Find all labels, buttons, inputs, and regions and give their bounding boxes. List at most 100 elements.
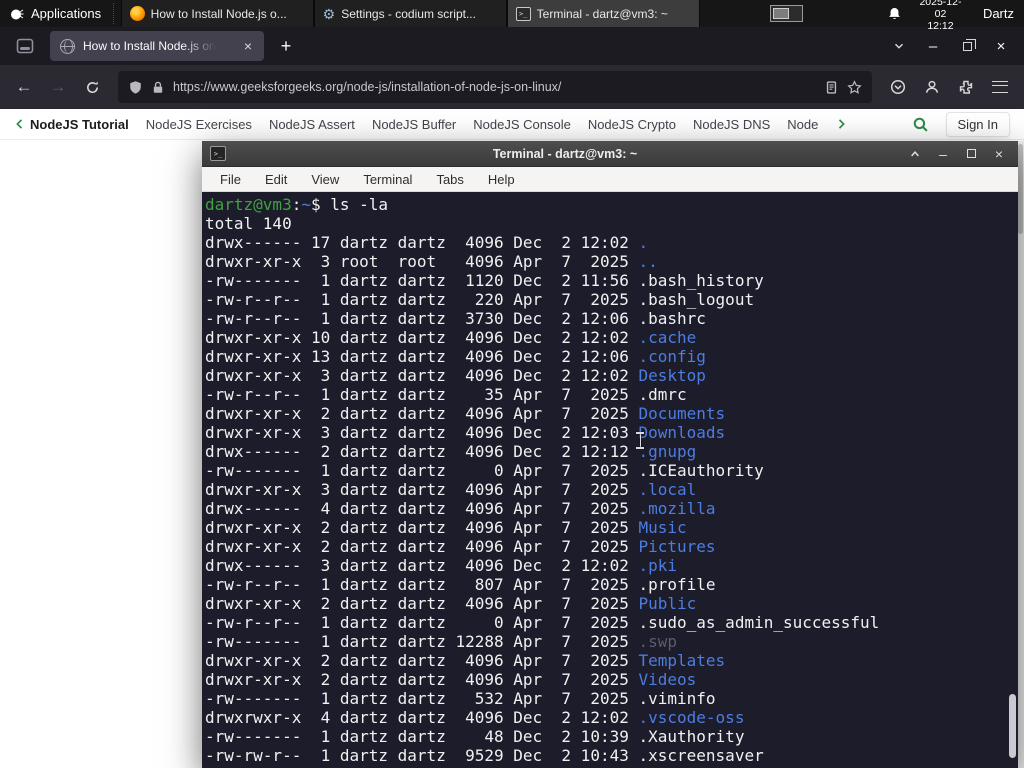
file-meta: -rw-r--r-- 1 dartz dartz 807 Apr 7 2025 [205,575,639,594]
shield-icon[interactable] [128,80,143,95]
site-nav-item[interactable]: NodeJS DNS [693,117,770,132]
file-meta: drwxr-xr-x 2 dartz dartz 4096 Apr 7 2025 [205,404,639,423]
taskbar-window-label: Terminal - dartz@vm3: ~ [536,6,668,21]
terminal-menu-terminal[interactable]: Terminal [363,172,412,187]
site-nav-item[interactable]: NodeJS Exercises [146,117,252,132]
site-nav-item[interactable]: NodeJS Crypto [588,117,676,132]
file-meta: -rw------- 1 dartz dartz 48 Dec 2 10:39 [205,727,639,746]
file-meta: drwxr-xr-x 2 dartz dartz 4096 Apr 7 2025 [205,594,639,613]
window-minimize-button[interactable]: – [916,32,950,60]
tab-bar: How to Install Node.js on × + – × [0,27,1024,65]
taskbar-window-button[interactable]: >_ Terminal - dartz@vm3: ~ [506,0,700,27]
site-nav-back-link[interactable]: NodeJS Tutorial [14,117,129,132]
terminal-menu-file[interactable]: File [220,172,241,187]
file-name: .mozilla [638,499,716,518]
taskbar-window-button[interactable]: How to Install Node.js o... [120,0,314,27]
file-name: .bash_history [638,271,764,290]
file-name: .dmrc [638,385,687,404]
site-nav-item[interactable]: Node [787,117,818,132]
terminal-maximize-button[interactable] [960,144,982,164]
menu-button[interactable] [984,72,1016,102]
applications-menu-button[interactable]: Applications [0,0,113,27]
prompt-symbol: $ [310,195,331,214]
window-close-button[interactable]: × [984,32,1018,60]
search-icon [913,117,928,132]
firefox-view-button[interactable] [10,32,40,60]
browser-tab[interactable]: How to Install Node.js on × [50,31,264,61]
new-tab-button[interactable]: + [272,32,300,60]
site-nav-item[interactable]: NodeJS Buffer [372,117,456,132]
file-name: .Xauthority [638,727,745,746]
forward-button[interactable]: → [42,72,74,102]
terminal-window: >_ Terminal - dartz@vm3: ~ – × File Edit V… [202,141,1018,768]
site-search-button[interactable] [912,116,929,133]
terminal-screen[interactable]: dartz@vm3:~$ ls -la total 140 drwx------… [202,192,1018,768]
reload-button[interactable] [76,72,108,102]
terminal-close-button[interactable]: × [988,144,1010,164]
sign-in-button[interactable]: Sign In [945,111,1010,137]
file-meta: -rw------- 1 dartz dartz 1120 Dec 2 11:5… [205,271,639,290]
pocket-icon[interactable] [882,72,914,102]
url-text[interactable]: https://www.geeksforgeeks.org/node-js/in… [173,80,816,94]
file-meta: -rw-r--r-- 1 dartz dartz 3730 Dec 2 12:0… [205,309,639,328]
file-meta: drwxr-xr-x 3 dartz dartz 4096 Dec 2 12:0… [205,366,639,385]
file-name: .vscode-oss [638,708,745,727]
window-restore-button[interactable] [950,32,984,60]
terminal-menu-help[interactable]: Help [488,172,515,187]
terminal-line: drwxr-xr-x 10 dartz dartz 4096 Dec 2 12:… [205,328,1018,347]
hamburger-icon [992,81,1008,93]
page-scrollbar[interactable] [1017,141,1024,768]
terminal-titlebar[interactable]: >_ Terminal - dartz@vm3: ~ – × [202,141,1018,167]
back-button[interactable]: ← [8,72,40,102]
terminal-line: drwx------ 2 dartz dartz 4096 Dec 2 12:1… [205,442,1018,461]
file-meta: drwxr-xr-x 2 dartz dartz 4096 Apr 7 2025 [205,518,639,537]
terminal-menu-edit[interactable]: Edit [265,172,287,187]
terminal-rollup-button[interactable] [904,144,926,164]
list-all-tabs-button[interactable] [882,32,916,60]
file-meta: drwxr-xr-x 3 dartz dartz 4096 Apr 7 2025 [205,480,639,499]
top-panel: Applications How to Install Node.js o...… [0,0,1024,32]
tab-title: How to Install Node.js on [83,39,216,53]
taskbar-window-label: Settings - codium script... [341,6,476,21]
terminal-title: Terminal - dartz@vm3: ~ [492,146,638,161]
panel-separator [113,3,119,24]
clock-date: 2025-12-02 [919,0,962,20]
page-scrollbar-thumb[interactable] [1018,144,1023,234]
terminal-line: drwxr-xr-x 2 dartz dartz 4096 Apr 7 2025… [205,518,1018,537]
clock[interactable]: 2025-12-02 12:12 [916,0,965,32]
taskbar-window-list: How to Install Node.js o... ⚙ Settings - c… [120,0,700,27]
account-icon[interactable] [916,72,948,102]
terminal-line: drwxr-xr-x 3 root root 4096 Apr 7 2025 .… [205,252,1018,271]
url-bar[interactable]: https://www.geeksforgeeks.org/node-js/in… [118,71,872,103]
chevron-right-icon[interactable] [835,117,847,131]
clock-time: 12:12 [927,19,954,32]
bookmark-star-icon[interactable] [847,79,862,95]
terminal-line: drwxrwxr-x 4 dartz dartz 4096 Dec 2 12:0… [205,708,1018,727]
file-meta: -rw-r--r-- 1 dartz dartz 35 Apr 7 2025 [205,385,639,404]
site-nav-item[interactable]: NodeJS Assert [269,117,355,132]
taskbar-window-button[interactable]: ⚙ Settings - codium script... [313,0,507,27]
site-nav-item[interactable]: NodeJS Console [473,117,571,132]
notification-bell-icon[interactable] [887,6,902,22]
applications-icon [8,6,24,22]
terminal-menu-view[interactable]: View [311,172,339,187]
mouse-text-cursor [635,432,646,449]
extensions-icon[interactable] [950,72,982,102]
lock-icon[interactable] [151,80,165,95]
terminal-icon: >_ [210,146,226,161]
file-name: .ICEauthority [638,461,764,480]
tab-close-button[interactable]: × [238,36,258,56]
reader-view-icon[interactable] [824,80,839,95]
terminal-line: drwxr-xr-x 13 dartz dartz 4096 Dec 2 12:… [205,347,1018,366]
file-meta: drwxr-xr-x 2 dartz dartz 4096 Apr 7 2025 [205,537,639,556]
file-meta: drwxr-xr-x 3 dartz dartz 4096 Dec 2 12:0… [205,423,639,442]
terminal-scrollbar-thumb[interactable] [1009,694,1016,758]
terminal-menu-tabs[interactable]: Tabs [436,172,463,187]
prompt-user-host: dartz@vm3 [205,195,292,214]
file-meta: -rw-r--r-- 1 dartz dartz 220 Apr 7 2025 [205,290,639,309]
terminal-minimize-button[interactable]: – [932,144,954,164]
workspace-pager[interactable] [769,5,803,22]
site-nav-items: NodeJS Exercises NodeJS Assert NodeJS Buff… [146,117,819,132]
user-menu-button[interactable]: Dartz [983,6,1014,21]
terminal-menubar: File Edit View Terminal Tabs Help [202,167,1018,192]
